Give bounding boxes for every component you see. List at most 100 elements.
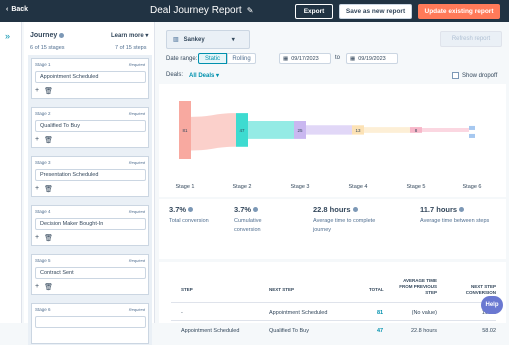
- chart-type-dropdown[interactable]: ▥ Sankey ▾: [166, 30, 250, 49]
- column-header-avg-time: Average time from previous step: [399, 278, 437, 295]
- chevron-down-icon: ▾: [231, 37, 235, 43]
- learn-more-dropdown[interactable]: Learn more ▾: [111, 32, 148, 39]
- report-main: ▥ Sankey ▾ Refresh report Date range: St…: [157, 22, 509, 334]
- collapsed-left-rail: »: [0, 22, 22, 323]
- stage-select[interactable]: Qualified To Buy: [35, 120, 146, 132]
- cell-avg-time: 22.8 hours: [411, 328, 437, 334]
- required-label: Required: [128, 209, 145, 214]
- stage-select[interactable]: Contract Sent: [35, 267, 146, 279]
- start-date-input[interactable]: ▦ 09/17/2023: [279, 53, 331, 64]
- sankey-link[interactable]: [306, 125, 352, 135]
- add-icon[interactable]: +: [35, 185, 39, 193]
- expand-chevrons-icon[interactable]: »: [5, 31, 10, 41]
- stage-select[interactable]: Decision Maker Bought-In: [35, 218, 146, 230]
- journey-heading: Journey: [30, 32, 65, 39]
- stage-name: Stage 5: [35, 258, 51, 263]
- report-title: Deal Journey Report ✎: [150, 5, 253, 16]
- show-dropoff-checkbox[interactable]: Show dropoff: [452, 72, 497, 79]
- cell-next-step: Qualified To Buy: [269, 328, 309, 334]
- stat-value: 11.7 hours: [420, 205, 458, 214]
- stage-name: Stage 2: [35, 111, 51, 116]
- sankey-link[interactable]: [422, 127, 469, 132]
- deals-dropdown[interactable]: All Deals ▾: [189, 72, 219, 79]
- stage-axis-label: Stage 5: [407, 184, 426, 190]
- stage-card: Stage 3 Required Presentation Scheduled …: [31, 156, 149, 197]
- trash-icon[interactable]: 🗑: [44, 87, 53, 95]
- stat-label: Average time to complete journey: [313, 218, 376, 233]
- info-icon[interactable]: [352, 207, 358, 212]
- trash-icon[interactable]: 🗑: [44, 136, 53, 144]
- calendar-icon: ▦: [350, 55, 356, 62]
- info-icon[interactable]: [459, 207, 465, 212]
- top-bar: ‹ Back Deal Journey Report ✎ Export Save…: [0, 0, 509, 22]
- stage-select[interactable]: Appointment Scheduled: [35, 71, 146, 83]
- stat-total-conversion: 3.7% Total conversion: [169, 205, 209, 226]
- sankey-node[interactable]: [469, 125, 475, 130]
- add-icon[interactable]: +: [35, 283, 39, 291]
- sankey-node-value: 13: [355, 128, 361, 133]
- static-toggle[interactable]: Static: [198, 53, 227, 64]
- stat-cumulative-conversion: 3.7% Cumulative conversion: [234, 205, 274, 235]
- trash-icon[interactable]: 🗑: [44, 283, 53, 291]
- stat-label: Total conversion: [169, 218, 209, 224]
- required-label: Required: [128, 62, 145, 67]
- export-button[interactable]: Export: [295, 4, 333, 19]
- sankey-node-value: 47: [239, 128, 245, 133]
- rolling-toggle[interactable]: Rolling: [227, 53, 256, 64]
- trash-icon[interactable]: 🗑: [44, 234, 53, 242]
- sankey-chart-panel: 81 Stage 1 47 Stage 2 25 Stage 3 13 Stage 4 8 Sta…: [159, 84, 506, 197]
- stage-card: Stage 2 Required Qualified To Buy + 🗑: [31, 107, 149, 148]
- journey-panel: Journey Learn more ▾ 6 of 15 stages 7 of…: [24, 22, 155, 345]
- help-button[interactable]: Help: [481, 296, 503, 314]
- end-date-value: 09/19/2023: [358, 55, 386, 62]
- stage-axis-label: Stage 4: [349, 184, 368, 190]
- column-header-next-step-conversion: Next step conversion: [465, 284, 496, 295]
- cell-next-step: Appointment Scheduled: [269, 310, 328, 316]
- info-icon[interactable]: [59, 33, 65, 38]
- cell-avg-time: (No value): [411, 310, 437, 316]
- report-title-text: Deal Journey Report: [150, 5, 242, 16]
- cell-step: Appointment Scheduled: [181, 328, 240, 334]
- trash-icon[interactable]: 🗑: [44, 185, 53, 193]
- sankey-chart: 81Stage 147Stage 225Stage 313Stage 48Sta…: [176, 101, 481, 190]
- stat-value: 3.7%: [234, 205, 252, 214]
- column-header-total: Total: [369, 287, 384, 292]
- cell-total-link[interactable]: 47: [377, 328, 383, 334]
- add-icon[interactable]: +: [35, 87, 39, 95]
- sankey-node-value: 81: [182, 128, 188, 133]
- column-header-next-step: Next step: [269, 287, 295, 292]
- info-icon[interactable]: [253, 207, 259, 212]
- cell-total-link[interactable]: 81: [377, 310, 383, 316]
- deals-label: Deals:: [166, 72, 184, 78]
- refresh-report-button[interactable]: Refresh report: [440, 31, 502, 47]
- sankey-node[interactable]: [469, 133, 475, 138]
- update-existing-report-button[interactable]: Update existing report: [418, 4, 500, 19]
- save-as-new-report-button[interactable]: Save as new report: [339, 4, 412, 19]
- stage-card: Stage 1 Required Appointment Scheduled +…: [31, 58, 149, 99]
- sankey-link[interactable]: [248, 120, 294, 139]
- edit-pencil-icon[interactable]: ✎: [247, 6, 254, 15]
- chevron-down-icon: ▾: [145, 33, 149, 39]
- stat-label: Average time between steps: [420, 218, 490, 224]
- add-icon[interactable]: +: [35, 234, 39, 242]
- steps-count: 7 of 15 steps: [115, 45, 147, 51]
- back-button[interactable]: ‹ Back: [6, 6, 28, 13]
- stage-list: Stage 1 Required Appointment Scheduled +…: [28, 55, 152, 345]
- cell-conversion: 58.02: [482, 328, 496, 334]
- sankey-link[interactable]: [364, 127, 410, 133]
- stage-card: Stage 4 Required Decision Maker Bought-I…: [31, 205, 149, 246]
- info-icon[interactable]: [188, 207, 194, 212]
- sankey-link[interactable]: [191, 113, 236, 151]
- calendar-icon: ▦: [283, 55, 289, 62]
- stat-label: Cumulative conversion: [234, 218, 262, 233]
- add-icon[interactable]: +: [35, 136, 39, 144]
- cell-step: -: [181, 310, 183, 316]
- chart-type-label: Sankey: [183, 36, 205, 43]
- journey-title: Journey: [30, 32, 58, 39]
- end-date-input[interactable]: ▦ 09/19/2023: [346, 53, 398, 64]
- stat-avg-time-between: 11.7 hours Average time between steps: [420, 205, 494, 226]
- stage-select[interactable]: [35, 316, 146, 328]
- stat-value: 3.7%: [169, 205, 187, 214]
- stage-select[interactable]: Presentation Scheduled: [35, 169, 146, 181]
- divider: [171, 302, 496, 303]
